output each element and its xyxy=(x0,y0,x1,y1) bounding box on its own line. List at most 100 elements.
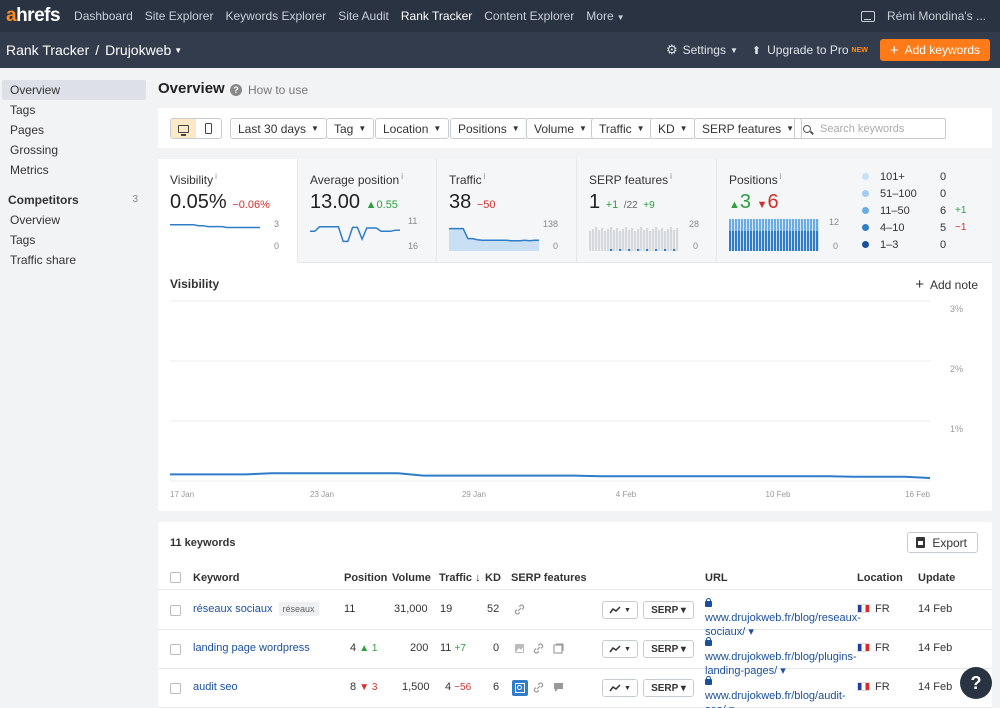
volume-cell: 200 xyxy=(410,642,429,654)
nav-more[interactable]: More ▼ xyxy=(586,9,624,23)
people-also-ask-icon[interactable] xyxy=(553,643,564,654)
metric-tab-traffic[interactable]: Traffic i 38 −50 138 0 xyxy=(437,159,577,263)
sidebar-item-competitors-tags[interactable]: Tags xyxy=(2,230,146,250)
col-update[interactable]: Update xyxy=(918,572,955,584)
add-note-button[interactable]: + Add note xyxy=(915,276,978,293)
positions-bar-11-50 xyxy=(795,219,798,231)
serp-features-filter[interactable]: SERP features ▼ xyxy=(694,118,803,139)
kd-filter[interactable]: KD ▼ xyxy=(650,118,696,139)
col-position[interactable]: Position xyxy=(344,572,387,584)
col-volume[interactable]: Volume xyxy=(392,572,431,584)
keyword-link[interactable]: audit seo xyxy=(193,681,238,693)
positions-filter[interactable]: Positions ▼ xyxy=(450,118,528,139)
link-icon[interactable] xyxy=(533,682,544,693)
col-traffic[interactable]: Traffic ↓ xyxy=(439,572,481,584)
table-row: landing page wordpress 4 ▲ 1 200 11 +7 0… xyxy=(158,630,992,677)
positions-bar-11-50 xyxy=(810,219,813,231)
spark-axis-bottom: 0 xyxy=(553,241,559,251)
select-all-checkbox[interactable] xyxy=(170,572,181,583)
add-keywords-button[interactable]: + Add keywords xyxy=(879,39,990,61)
nav-dashboard[interactable]: Dashboard xyxy=(74,9,133,23)
info-icon[interactable]: i xyxy=(484,172,486,181)
volume-filter[interactable]: Volume ▼ xyxy=(526,118,595,139)
metric-tab-average-position[interactable]: Average position i 13.00 ▲0.55 11 16 xyxy=(298,159,437,263)
image-pack-icon[interactable] xyxy=(514,643,525,654)
sidebar-item-pages[interactable]: Pages xyxy=(2,120,146,140)
trend-chart-button[interactable]: ▼ xyxy=(602,640,638,658)
keyword-link[interactable]: réseaux sociaux xyxy=(193,603,273,615)
traffic-filter[interactable]: Traffic ▼ xyxy=(591,118,653,139)
metric-tab-serp-features[interactable]: SERP features i 1 +1 /22 +9 28 0 xyxy=(577,159,717,263)
col-keyword[interactable]: Keyword xyxy=(193,572,239,584)
nav-rank-tracker[interactable]: Rank Tracker xyxy=(401,9,472,23)
positions-filter-label: Positions xyxy=(458,121,507,136)
sidebar-item-competitors-overview[interactable]: Overview xyxy=(2,210,146,230)
help-button[interactable]: ? xyxy=(960,667,992,699)
info-icon[interactable]: i xyxy=(780,172,782,181)
url-link[interactable]: www.drujokweb.fr/blog/audit-seo/ ▾ xyxy=(705,690,846,708)
spark-line xyxy=(170,223,260,229)
project-name[interactable]: Drujokweb xyxy=(105,42,171,58)
metric-label: Traffic i xyxy=(449,172,485,187)
spark-line xyxy=(310,226,400,243)
col-kd[interactable]: KD xyxy=(485,572,501,584)
metric-tab-visibility[interactable]: Visibility i 0.05% −0.06% 3 0 xyxy=(158,159,298,263)
nav-content-explorer[interactable]: Content Explorer xyxy=(484,9,574,23)
info-icon[interactable]: i xyxy=(215,172,217,181)
col-url[interactable]: URL xyxy=(705,572,728,584)
chevron-down-icon[interactable]: ▼ xyxy=(174,46,182,55)
desktop-toggle[interactable] xyxy=(171,119,196,138)
tag-filter[interactable]: Tag ▼ xyxy=(326,118,375,139)
upgrade-link[interactable]: ⬆ Upgrade to Pro NEW xyxy=(752,43,868,57)
upgrade-label: Upgrade to Pro xyxy=(767,43,849,57)
featured-image-icon[interactable] xyxy=(512,680,528,696)
sidebar-item-overview[interactable]: Overview xyxy=(2,80,146,100)
positions-bar-4-10 xyxy=(744,231,747,251)
trend-chart-button[interactable]: ▼ xyxy=(602,679,638,697)
link-icon[interactable] xyxy=(514,604,525,615)
positions-bar-11-50 xyxy=(732,219,735,231)
how-to-use-link[interactable]: ? How to use xyxy=(230,83,308,97)
serp-button[interactable]: SERP ▾ xyxy=(643,679,694,697)
metric-tab-positions[interactable]: Positions i ▲3 ▼6 12 0 101+ 0 51–100 0 11–50 6… xyxy=(717,159,992,263)
ahrefs-logo[interactable]: ahrefs xyxy=(6,5,61,27)
comment-icon[interactable] xyxy=(553,682,564,693)
serp-button[interactable]: SERP ▾ xyxy=(643,640,694,658)
url-cell[interactable]: www.drujokweb.fr/blog/audit-seo/ ▾ xyxy=(705,675,855,708)
row-checkbox[interactable] xyxy=(170,605,181,616)
serp-bar xyxy=(676,228,679,251)
sidebar-item-grossing[interactable]: Grossing xyxy=(2,140,146,160)
nav-keywords-explorer[interactable]: Keywords Explorer xyxy=(225,9,326,23)
breadcrumb-section[interactable]: Rank Tracker xyxy=(6,42,89,58)
search-input[interactable] xyxy=(820,122,940,135)
user-menu[interactable]: Rémi Mondina's ... xyxy=(887,9,986,23)
mobile-toggle[interactable] xyxy=(196,119,221,138)
col-location[interactable]: Location xyxy=(857,572,903,584)
col-serp-features[interactable]: SERP features xyxy=(511,572,587,584)
sidebar-item-traffic-share[interactable]: Traffic share xyxy=(2,250,146,270)
metric-value: 38 −50 xyxy=(449,191,495,214)
monitor-icon[interactable] xyxy=(861,10,875,22)
positions-bar-4-10 xyxy=(747,231,750,251)
sidebar-item-tags[interactable]: Tags xyxy=(2,100,146,120)
positions-bar-11-50 xyxy=(813,219,816,231)
keyword-link[interactable]: landing page wordpress xyxy=(193,642,310,654)
date-range-dropdown[interactable]: Last 30 days ▼ xyxy=(230,118,327,139)
info-icon[interactable]: i xyxy=(670,172,672,181)
info-icon[interactable]: i xyxy=(401,172,403,181)
sidebar-item-metrics[interactable]: Metrics xyxy=(2,160,146,180)
nav-site-audit[interactable]: Site Audit xyxy=(338,9,389,23)
position-cell: 4 ▲ 1 xyxy=(350,642,377,654)
positions-bar-4-10 xyxy=(732,231,735,251)
nav-site-explorer[interactable]: Site Explorer xyxy=(145,9,214,23)
positions-bar-11-50 xyxy=(774,219,777,231)
keyword-tag[interactable]: réseaux xyxy=(278,602,319,616)
settings-button[interactable]: ⚙ Settings ▼ xyxy=(666,42,738,58)
serp-button[interactable]: SERP ▾ xyxy=(643,601,694,619)
link-icon[interactable] xyxy=(533,643,544,654)
trend-chart-button[interactable]: ▼ xyxy=(602,601,638,619)
row-checkbox[interactable] xyxy=(170,683,181,694)
export-button[interactable]: Export xyxy=(907,532,978,553)
row-checkbox[interactable] xyxy=(170,644,181,655)
location-filter[interactable]: Location ▼ xyxy=(375,118,450,139)
